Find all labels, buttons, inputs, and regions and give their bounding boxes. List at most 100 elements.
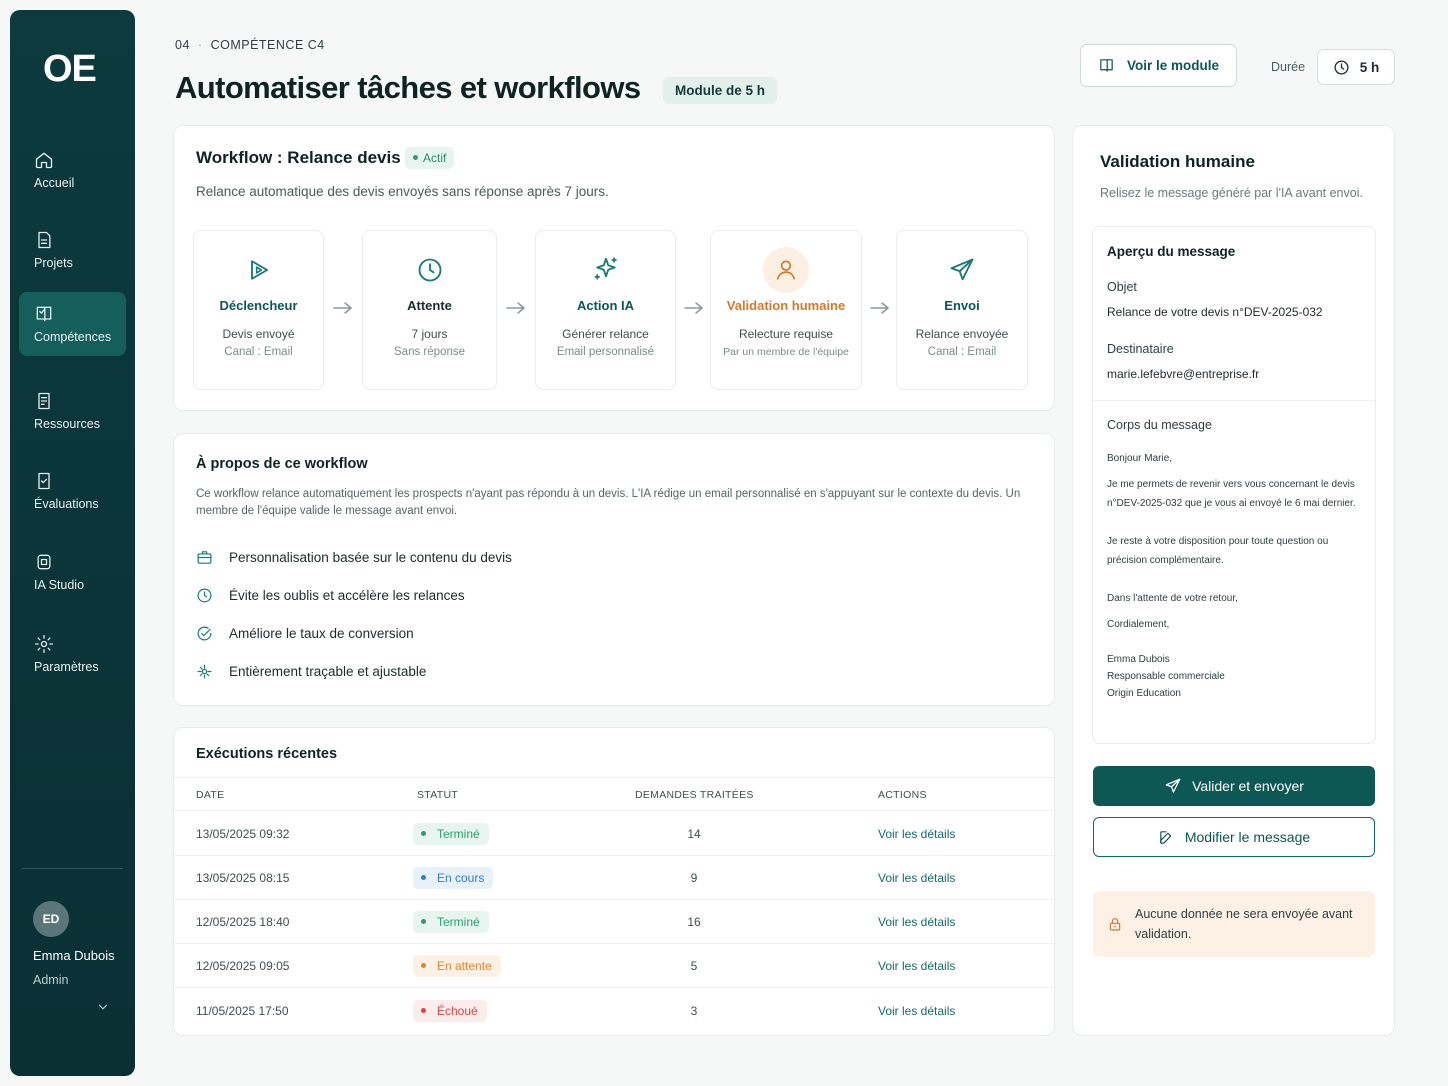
sidebar-item-ressources[interactable]: Ressources	[19, 379, 126, 443]
sidebar-item-competences[interactable]: Compétences	[19, 292, 126, 356]
clock-icon	[418, 258, 441, 282]
sidebar-item-evaluations[interactable]: Évaluations	[19, 459, 126, 523]
feature-item: Personnalisation basée sur le contenu du…	[196, 549, 512, 566]
step-detail: 7 jours	[411, 327, 448, 341]
preview-title: Aperçu du message	[1107, 244, 1236, 259]
table-row: 12/05/2025 18:40 Terminé 16 Voir les dét…	[174, 900, 1054, 944]
sidebar-item-projets[interactable]: Projets	[19, 218, 126, 282]
body-paragraph: Je reste à votre disposition pour toute …	[1107, 536, 1329, 566]
lock-icon	[1109, 918, 1121, 931]
duration-value: 5 h	[1359, 59, 1380, 75]
workflow-description: Relance automatique des devis envoyés sa…	[196, 184, 609, 199]
execution-date: 12/05/2025 09:05	[196, 959, 290, 973]
table-row: 12/05/2025 09:05 En attente 5 Voir les d…	[174, 944, 1054, 988]
view-details-link[interactable]: Voir les détails	[878, 1004, 955, 1018]
table-header: DATE STATUT DEMANDES TRAITÉES ACTIONS	[174, 777, 1054, 811]
feature-item: Évite les oublis et accélère les relance…	[196, 587, 465, 604]
sidebar-item-accueil[interactable]: Accueil	[19, 138, 126, 202]
view-details-link[interactable]: Voir les détails	[878, 915, 955, 929]
validate-and-send-button[interactable]: Valider et envoyer	[1093, 766, 1375, 806]
table-row: 13/05/2025 09:32 Terminé 14 Voir les dét…	[174, 812, 1054, 856]
step-title: Déclencheur	[219, 298, 298, 313]
about-title: À propos de ce workflow	[196, 456, 368, 472]
app-logo: OE	[43, 48, 97, 90]
status-badge: En cours	[413, 867, 494, 889]
page-title: Automatiser tâches et workflows	[175, 70, 641, 105]
evaluation-icon	[38, 472, 50, 490]
recipient-label: Destinataire	[1107, 342, 1174, 356]
feature-item: Améliore le taux de conversion	[196, 625, 414, 642]
sidebar-item-label: Ressources	[34, 417, 100, 431]
status-badge: Actif	[405, 147, 455, 169]
sidebar-divider	[22, 868, 123, 869]
workflow-step-trigger[interactable]: Déclencheur Devis envoyé Canal : Email	[193, 230, 324, 390]
book-icon	[36, 306, 52, 322]
notice-text: Aucune donnée ne sera envoyée avant vali…	[1135, 907, 1353, 941]
gear-icon	[35, 635, 53, 653]
view-details-link[interactable]: Voir les détails	[878, 959, 955, 973]
request-count: 9	[690, 871, 698, 885]
workflow-step-human-validation[interactable]: Validation humaine Relecture requise Par…	[710, 230, 862, 390]
column-header-requests[interactable]: DEMANDES TRAITÉES	[635, 789, 754, 801]
ia-studio-icon	[37, 554, 51, 570]
validation-panel: Validation humaine Relisez le message gé…	[1072, 125, 1395, 1036]
clock-icon	[197, 588, 212, 603]
workflow-step-ai-action[interactable]: Action IA Générer relance Email personna…	[535, 230, 676, 390]
feature-text: Entièrement traçable et ajustable	[229, 664, 427, 679]
workflow-step-wait[interactable]: Attente 7 jours Sans réponse	[362, 230, 497, 390]
chevron-down-icon[interactable]	[96, 1000, 110, 1014]
body-greeting: Bonjour Marie,	[1107, 453, 1173, 464]
body-label: Corps du message	[1107, 418, 1212, 432]
step-title: Attente	[407, 298, 452, 313]
view-module-button[interactable]: Voir le module	[1080, 44, 1237, 87]
request-count: 5	[690, 959, 698, 973]
subject-value: Relance de votre devis n°DEV-2025-032	[1107, 305, 1323, 319]
table-row: 13/05/2025 08:15 En cours 9 Voir les dét…	[174, 856, 1054, 900]
sidebar: OE Accueil Projets Compétences Ressource…	[10, 10, 135, 1076]
check-circle-icon	[197, 626, 212, 641]
user-name: Emma Dubois	[33, 948, 115, 963]
body-paragraph: Je me permets de revenir vers vous conce…	[1107, 479, 1356, 509]
validate-button-label: Valider et envoyer	[1192, 778, 1304, 794]
table-row: 11/05/2025 17:50 Échoué 3 Voir les détai…	[174, 989, 1054, 1033]
arrow-right-icon	[506, 302, 526, 314]
sidebar-item-ia-studio[interactable]: IA Studio	[19, 540, 126, 604]
step-detail: Devis envoyé	[222, 327, 295, 341]
body-paragraph: Dans l'attente de votre retour,	[1107, 593, 1238, 604]
feature-text: Évite les oublis et accélère les relance…	[229, 588, 465, 603]
briefcase-icon	[197, 551, 212, 564]
workflow-step-send[interactable]: Envoi Relance envoyée Canal : Email	[896, 230, 1028, 390]
adjust-icon	[197, 664, 212, 679]
avatar[interactable]: ED	[33, 901, 69, 937]
step-title: Validation humaine	[726, 298, 846, 313]
play-icon	[250, 260, 268, 280]
request-count: 14	[687, 827, 701, 841]
sidebar-item-label: Compétences	[34, 330, 112, 344]
status-badge: Terminé	[413, 823, 489, 845]
home-icon	[35, 152, 53, 169]
step-detail: Générer relance	[562, 327, 649, 341]
step-sub-detail: Canal : Email	[224, 346, 293, 358]
arrow-right-icon	[333, 302, 353, 314]
send-icon	[950, 258, 974, 281]
sidebar-item-parametres[interactable]: Paramètres	[19, 622, 126, 686]
executions-title: Exécutions récentes	[196, 746, 338, 762]
arrow-right-icon	[684, 302, 704, 314]
feature-item: Entièrement traçable et ajustable	[196, 663, 426, 680]
user-icon	[777, 260, 795, 280]
view-details-link[interactable]: Voir les détails	[878, 871, 955, 885]
validation-notice: Aucune donnée ne sera envoyée avant vali…	[1093, 891, 1375, 957]
execution-date: 11/05/2025 17:50	[196, 1004, 289, 1018]
breadcrumb-label: COMPÉTENCE C4	[210, 38, 325, 52]
edit-message-button[interactable]: Modifier le message	[1093, 817, 1375, 857]
column-header-date[interactable]: DATE	[196, 789, 224, 801]
request-count: 3	[690, 1004, 698, 1018]
step-sub-detail: Sans réponse	[394, 346, 465, 358]
feature-text: Améliore le taux de conversion	[229, 626, 414, 641]
sparkle-icon	[594, 257, 617, 280]
sidebar-item-label: Projets	[34, 256, 73, 270]
execution-date: 13/05/2025 09:32	[196, 827, 290, 841]
view-details-link[interactable]: Voir les détails	[878, 827, 955, 841]
step-sub-detail: Par un membre de l'équipe	[723, 346, 849, 358]
column-header-status[interactable]: STATUT	[417, 789, 458, 801]
